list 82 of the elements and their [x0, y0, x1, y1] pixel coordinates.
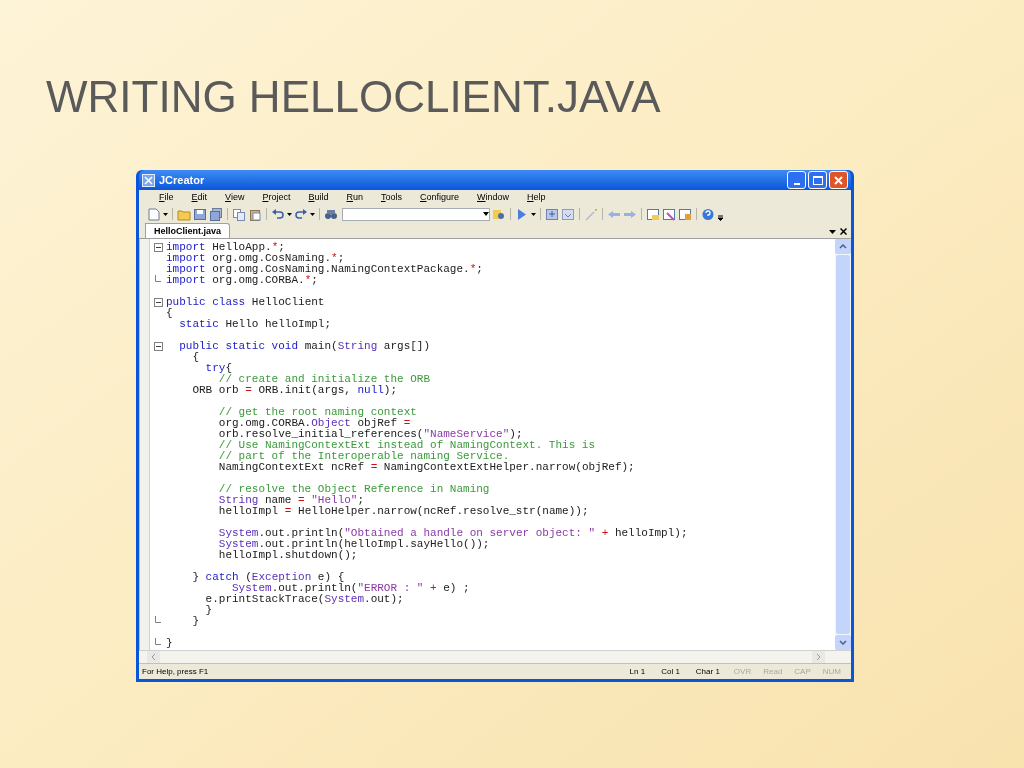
code-line: e.printStackTrace(System.out); [204, 594, 404, 605]
close-button[interactable] [829, 171, 848, 189]
code-line: // part of the Interoperable naming Service. [217, 451, 510, 462]
code-line: System.out.println("ERROR : " + e) ; [232, 583, 470, 594]
code-editor[interactable] [139, 239, 851, 650]
save-all-icon[interactable] [209, 207, 223, 221]
code-line: } [204, 605, 213, 616]
code-line: helloImpl.shutdown(); [217, 550, 358, 561]
status-indicator: Ln 1 [628, 665, 647, 678]
binoculars-icon[interactable] [324, 207, 338, 221]
slide-title: WRITING HELLOCLIENT.JAVA [46, 72, 662, 122]
code-line: ORB orb = ORB.init(args, null); [191, 385, 398, 396]
status-indicator: Read [762, 665, 784, 678]
window-icon[interactable] [646, 207, 660, 221]
code-line: System.out.println("Obtained a handle on server object: " + helloImpl); [217, 528, 688, 539]
code-line: // Use NamingContextExt instead of NamingContext. This is [217, 440, 596, 451]
menu-item[interactable]: Help [521, 190, 552, 205]
scroll-down-icon[interactable] [839, 640, 847, 645]
code-line: System.out.println(helloImpl.sayHello()); [217, 539, 490, 550]
window-title: JCreator [159, 172, 205, 188]
fold-toggle-icon[interactable] [153, 342, 163, 351]
code-line: import org.omg.CosNaming.NamingContextPackage.*; [166, 264, 483, 275]
code-line: // resolve the Object Reference in Naming [217, 484, 490, 495]
code-line: try{ [204, 363, 233, 374]
menu-item[interactable]: Project [256, 190, 297, 205]
code-line: } catch (Exception e) { [191, 572, 345, 583]
status-message: For Help, press F1 [142, 665, 210, 678]
menu-item[interactable]: Edit [185, 190, 214, 205]
code-line: } [166, 638, 173, 649]
code-line: import HelloApp.*; [166, 242, 285, 253]
help-icon[interactable] [701, 207, 715, 221]
menu-item[interactable]: File [153, 190, 180, 205]
code-line: org.omg.CORBA.Object objRef = [217, 418, 411, 429]
step-over-icon[interactable] [561, 207, 575, 221]
copy-icon[interactable] [232, 207, 246, 221]
menu-item[interactable]: Run [340, 190, 369, 205]
code-line: static Hello helloImpl; [178, 319, 332, 330]
menu-item[interactable]: Build [302, 190, 335, 205]
redo-icon[interactable] [294, 207, 308, 221]
dropdown-icon[interactable] [829, 230, 836, 234]
fold-toggle-icon[interactable] [153, 243, 163, 252]
save-icon[interactable] [193, 207, 207, 221]
code-line: { [192, 352, 199, 363]
horizontal-scrollbar[interactable] [139, 650, 851, 663]
menu-item[interactable]: Tools [375, 190, 408, 205]
code-line: // create and initialize the ORB [218, 374, 431, 385]
code-line: public class HelloClient [166, 297, 325, 308]
scroll-up-icon[interactable] [839, 244, 847, 249]
minimize-button[interactable] [787, 171, 806, 189]
code-line: { [166, 308, 173, 319]
code-line: import org.omg.CORBA.*; [166, 275, 318, 286]
menu-item[interactable]: Window [471, 190, 516, 205]
code-line: // get the root naming context [217, 407, 417, 418]
scroll-right-icon[interactable] [816, 653, 821, 661]
vertical-scrollbar[interactable] [835, 239, 851, 650]
scroll-left-icon[interactable] [151, 653, 156, 661]
find-in-files-icon[interactable] [492, 207, 506, 221]
menu-item[interactable]: View [219, 190, 251, 205]
code-line: public static void main(String args[]) [178, 341, 431, 352]
undo-icon[interactable] [271, 207, 285, 221]
fold-toggle-icon[interactable] [153, 298, 163, 307]
code-line: String name = "Hello"; [217, 495, 365, 506]
maximize-button[interactable] [808, 171, 827, 189]
file-tab[interactable]: HelloClient.java [145, 223, 231, 238]
code-line: import org.omg.CosNaming.*; [166, 253, 345, 264]
code-line: orb.resolve_initial_references("NameService"); [217, 429, 523, 440]
status-indicator: OVR [732, 665, 753, 678]
search-combo-box[interactable] [342, 207, 490, 221]
code-line: NamingContextExt ncRef = NamingContextExtHelper.narrow(objRef); [217, 462, 635, 473]
status-indicator: NUM [821, 665, 842, 678]
status-indicator: Char 1 [694, 665, 721, 678]
menu-item[interactable]: Configure [414, 190, 466, 205]
code-line: helloImpl = HelloHelper.narrow(ncRef.resolve_str(name)); [217, 506, 589, 517]
window-icon[interactable] [662, 207, 676, 221]
close-icon[interactable] [840, 228, 847, 235]
status-indicator: Col 1 [660, 665, 681, 678]
code-line: } [191, 616, 199, 627]
window-icon[interactable] [678, 207, 692, 221]
status-indicator: CAP [793, 665, 812, 678]
app-logo-icon [142, 173, 155, 187]
step-into-icon[interactable] [545, 207, 559, 221]
paste-icon[interactable] [248, 207, 262, 221]
